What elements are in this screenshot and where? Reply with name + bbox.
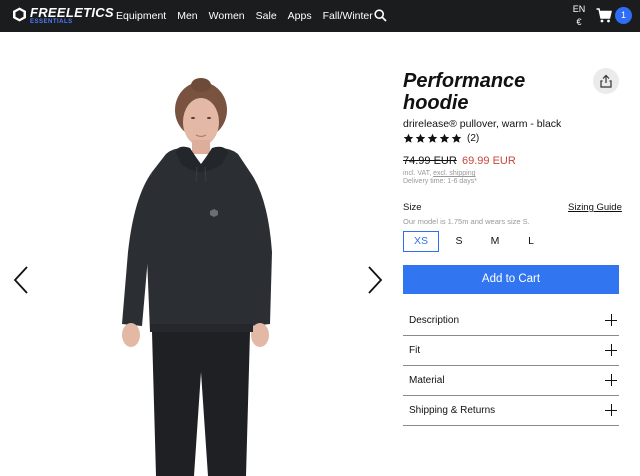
freeletics-logo[interactable]: FREELETICS ESSENTIALS [12, 5, 114, 27]
brand-name: FREELETICS [30, 5, 114, 20]
sale-price: 69.99 EUR [462, 155, 516, 167]
brand-subtitle: ESSENTIALS [30, 19, 73, 25]
cart-icon[interactable] [596, 8, 612, 23]
size-option-s[interactable]: S [449, 231, 469, 252]
plus-icon [605, 314, 617, 326]
product-image-gallery [0, 32, 395, 476]
logo-icon [13, 7, 26, 22]
plus-icon [605, 374, 617, 386]
chevron-right-icon[interactable] [366, 265, 384, 295]
vat-text: incl. VAT, [403, 170, 432, 177]
vat-note: incl. VAT, excl. shipping [403, 170, 476, 177]
size-label: Size [403, 202, 422, 213]
nav-item-women[interactable]: Women [209, 10, 245, 22]
language-label: EN [572, 4, 586, 14]
rating-stars[interactable]: (2) [403, 133, 479, 144]
size-option-l[interactable]: L [521, 231, 541, 252]
model-size-note: Our model is 1.75m and wears size S. [403, 217, 530, 226]
currency-label: € [576, 17, 582, 27]
chevron-left-icon[interactable] [12, 265, 30, 295]
delivery-time: Delivery time: 1-6 days* [403, 178, 477, 185]
sizing-guide-link[interactable]: Sizing Guide [568, 202, 622, 213]
share-button[interactable] [593, 68, 619, 94]
product-image[interactable] [0, 32, 395, 476]
nav-item-fall-winter[interactable]: Fall/Winter [323, 10, 373, 22]
accordion-description[interactable]: Description [403, 306, 619, 336]
nav-item-equipment[interactable]: Equipment [116, 10, 166, 22]
product-title: Performance hoodie [403, 70, 526, 114]
star-icon [403, 133, 414, 143]
language-currency-selector[interactable]: EN € [572, 3, 586, 29]
shipping-link[interactable]: excl. shipping [433, 170, 475, 177]
main-nav: Equipment Men Women Sale Apps Fall/Winte… [116, 10, 373, 22]
top-navigation-bar: FREELETICS ESSENTIALS Equipment Men Wome… [0, 0, 640, 32]
star-icon [451, 133, 462, 143]
add-to-cart-button[interactable]: Add to Cart [403, 265, 619, 294]
size-option-m[interactable]: M [485, 231, 505, 252]
accordion-label: Description [409, 315, 460, 326]
accordion-fit[interactable]: Fit [403, 336, 619, 366]
nav-item-sale[interactable]: Sale [256, 10, 277, 22]
plus-icon [605, 344, 617, 356]
product-subtitle: drirelease® pullover, warm - black [403, 118, 562, 130]
accordion-material[interactable]: Material [403, 366, 619, 396]
nav-item-apps[interactable]: Apps [288, 10, 312, 22]
cart-count-badge: 1 [615, 7, 632, 24]
nav-item-men[interactable]: Men [177, 10, 197, 22]
plus-icon [605, 404, 617, 416]
accordion-label: Fit [409, 345, 421, 356]
star-icon [427, 133, 438, 143]
search-icon[interactable] [374, 9, 387, 22]
accordion-label: Shipping & Returns [409, 405, 496, 416]
accordion-label: Material [409, 375, 445, 386]
original-price: 74.99 EUR [403, 155, 457, 167]
review-count: (2) [467, 133, 480, 144]
star-icon [439, 133, 450, 143]
size-option-xs[interactable]: XS [403, 231, 439, 252]
share-icon [600, 74, 612, 88]
accordion-shipping-returns[interactable]: Shipping & Returns [403, 396, 619, 426]
star-icon [415, 133, 426, 143]
